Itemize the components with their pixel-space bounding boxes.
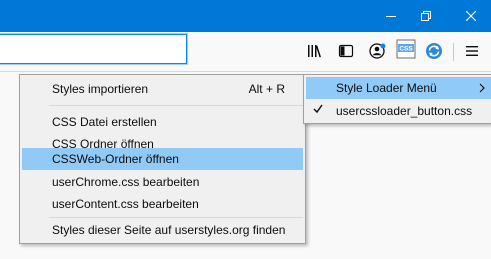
style-loader-submenu: Style Loader Menü usercssloader_button.c… xyxy=(303,74,491,124)
menu-item-find-userstyles[interactable]: Styles dieser Seite auf userstyles.org f… xyxy=(22,219,303,241)
account-icon xyxy=(369,43,386,59)
menu-item-label: userChrome.css bearbeiten xyxy=(52,175,200,189)
sync-icon xyxy=(426,43,442,59)
css-loader-button[interactable]: CSS xyxy=(395,38,417,60)
menu-item-label: CSS Datei erstellen xyxy=(52,115,157,129)
submenu-arrow-icon xyxy=(479,82,485,96)
css-loader-menu: Styles importieren Alt + R CSS Datei ers… xyxy=(19,74,306,244)
menu-item-open-cssweb-folder[interactable]: CSSWeb-Ordner öffnen xyxy=(22,148,303,170)
minimize-button[interactable] xyxy=(371,0,411,32)
menu-item-label: Style Loader Menü xyxy=(336,81,437,95)
menu-item-style-loader-menu[interactable]: Style Loader Menü xyxy=(306,77,491,99)
open-menu-button[interactable] xyxy=(462,40,482,62)
hamburger-menu-icon xyxy=(466,46,478,56)
close-icon xyxy=(466,11,476,21)
menu-item-label: CSSWeb-Ordner öffnen xyxy=(52,152,179,166)
checkmark-icon xyxy=(313,103,323,117)
close-button[interactable] xyxy=(451,0,491,32)
minimize-icon xyxy=(386,16,396,17)
title-bar xyxy=(0,0,491,32)
menu-item-label: userContent.css bearbeiten xyxy=(52,197,199,211)
navigation-toolbar xyxy=(0,32,491,72)
menu-item-usercssloader-button-css[interactable]: usercssloader_button.css xyxy=(306,100,491,122)
restore-icon xyxy=(421,11,431,21)
sidebar-icon xyxy=(338,44,354,58)
sidebar-button[interactable] xyxy=(336,40,356,62)
sync-button[interactable] xyxy=(424,40,444,62)
menu-item-import-styles[interactable]: Styles importieren Alt + R xyxy=(22,78,303,100)
menu-item-edit-usercontent[interactable]: userContent.css bearbeiten xyxy=(22,193,303,215)
menu-item-create-css-file[interactable]: CSS Datei erstellen xyxy=(22,111,303,133)
menu-item-label: Styles dieser Seite auf userstyles.org f… xyxy=(52,223,286,237)
menu-separator xyxy=(49,217,303,218)
url-bar[interactable] xyxy=(0,34,187,64)
restore-button[interactable] xyxy=(406,0,446,32)
account-button[interactable] xyxy=(368,40,388,62)
menu-separator xyxy=(49,105,303,106)
library-icon xyxy=(308,45,321,58)
css-icon: CSS xyxy=(396,39,416,59)
css-icon-text: CSS xyxy=(399,46,413,53)
toolbar-separator xyxy=(453,43,454,61)
menu-item-edit-userchrome[interactable]: userChrome.css bearbeiten xyxy=(22,171,303,193)
menu-item-label: usercssloader_button.css xyxy=(336,104,473,118)
menu-item-shortcut: Alt + R xyxy=(248,82,285,96)
menu-item-label: Styles importieren xyxy=(52,82,149,96)
library-button[interactable] xyxy=(305,40,325,62)
